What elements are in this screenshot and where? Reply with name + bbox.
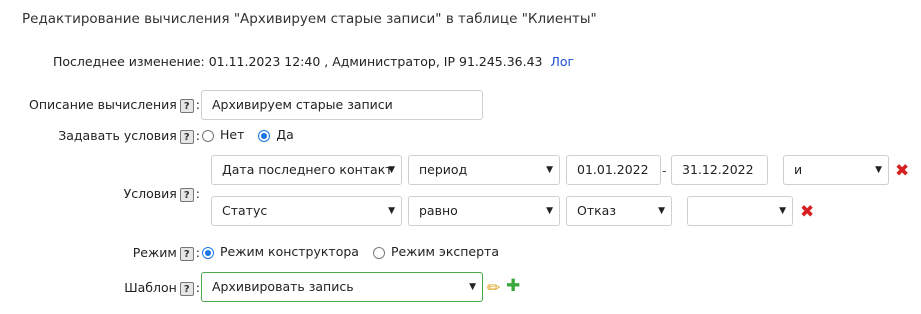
description-label: Описание вычисления — [29, 97, 177, 112]
condition-1-operator-select[interactable]: период ▼ — [408, 155, 560, 185]
description-label-group: Описание вычисления?: — [29, 97, 200, 113]
condition-2-value-select[interactable]: Отказ ▼ — [566, 196, 672, 226]
delete-condition-2-icon[interactable]: ✖ — [800, 204, 814, 221]
last-modified-label: Последнее изменение: — [53, 54, 205, 69]
template-select[interactable]: Архивировать запись ▼ — [201, 272, 483, 302]
chevron-down-icon: ▼ — [779, 206, 786, 216]
conditions-label-group: Условия?: — [123, 186, 200, 202]
condition-1-date-from-input[interactable]: 01.01.2022 — [566, 155, 661, 185]
radio-yes[interactable]: Да — [258, 127, 294, 142]
help-icon[interactable]: ? — [179, 98, 194, 113]
mode-label: Режим — [132, 245, 177, 260]
description-input[interactable]: Архивируем старые записи — [201, 90, 483, 120]
delete-condition-1-icon[interactable]: ✖ — [895, 163, 909, 180]
chevron-down-icon: ▼ — [546, 206, 553, 216]
chevron-down-icon: ▼ — [388, 206, 395, 216]
last-modified-info: Последнее изменение: 01.11.2023 12:40 , … — [53, 54, 574, 69]
help-icon[interactable]: ? — [179, 246, 194, 261]
condition-2-logic-select[interactable]: ▼ — [687, 196, 793, 226]
help-icon[interactable]: ? — [179, 281, 194, 296]
condition-1-date-to-input[interactable]: 31.12.2022 — [671, 155, 768, 185]
template-label-group: Шаблон?: — [124, 280, 200, 296]
chevron-down-icon: ▼ — [546, 165, 553, 175]
condition-2-field-select[interactable]: Статус ▼ — [211, 196, 402, 226]
chevron-down-icon: ▼ — [388, 165, 395, 175]
add-template-icon[interactable]: ✚ — [506, 276, 520, 296]
mode-label-group: Режим?: — [132, 245, 200, 261]
chevron-down-icon: ▼ — [875, 165, 882, 175]
set-conditions-label-group: Задавать условия?: — [58, 128, 200, 144]
condition-2-operator-select[interactable]: равно ▼ — [408, 196, 560, 226]
mode-radio-group: Режим конструктора Режим эксперта — [202, 244, 509, 259]
condition-1-field-select[interactable]: Дата последнего контакт ▼ — [211, 155, 402, 185]
radio-expert-mode[interactable]: Режим эксперта — [372, 244, 499, 259]
last-modified-value: 01.11.2023 12:40 , Администратор, IP 91.… — [208, 54, 543, 69]
log-link[interactable]: Лог — [551, 54, 575, 69]
date-range-separator: - — [662, 163, 667, 178]
condition-1-logic-select[interactable]: и ▼ — [783, 155, 889, 185]
help-icon[interactable]: ? — [179, 187, 194, 202]
radio-constructor-mode[interactable]: Режим конструктора — [202, 244, 359, 259]
conditions-label: Условия — [123, 186, 177, 201]
help-icon[interactable]: ? — [179, 129, 194, 144]
template-label: Шаблон — [124, 280, 177, 295]
set-conditions-radio-group: Нет Да — [202, 127, 304, 142]
chevron-down-icon: ▼ — [469, 282, 476, 292]
edit-template-icon[interactable]: ✏ — [487, 278, 500, 297]
set-conditions-label: Задавать условия — [58, 128, 177, 143]
chevron-down-icon: ▼ — [658, 206, 665, 216]
page-title: Редактирование вычисления "Архивируем ст… — [22, 11, 597, 27]
radio-no[interactable]: Нет — [202, 127, 244, 142]
